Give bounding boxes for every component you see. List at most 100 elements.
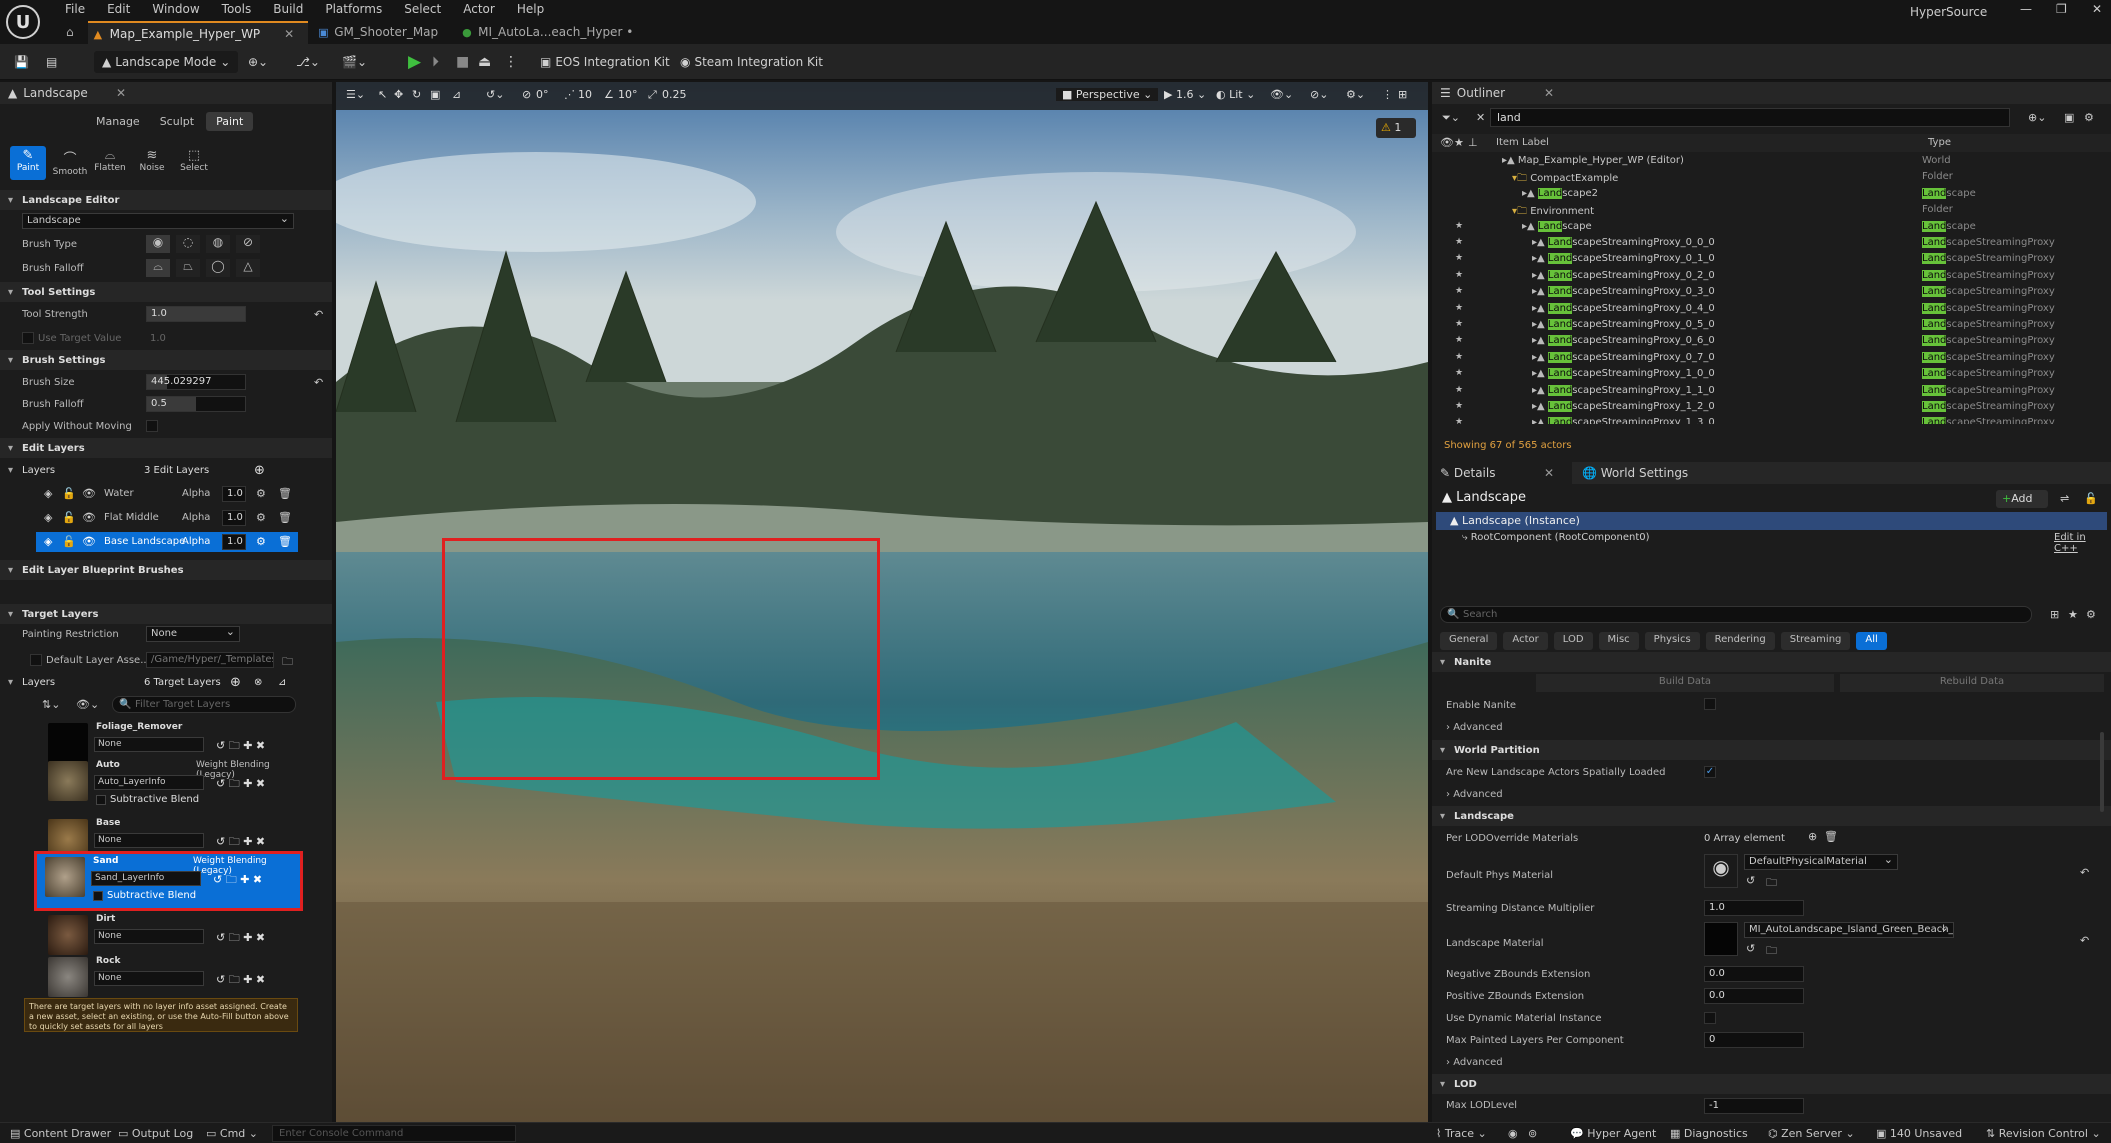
outliner-row[interactable]: ★ ▸▲ LandscapeStreamingProxy_0_0_0 Landsca… bbox=[1432, 236, 2111, 252]
filter-tab-general[interactable]: General bbox=[1440, 632, 1498, 650]
filter-tab-all[interactable]: All bbox=[1856, 632, 1887, 650]
spatially-loaded-checkbox[interactable]: ✓ bbox=[1704, 766, 1716, 778]
scale-icon[interactable]: ▣ bbox=[430, 88, 440, 101]
home-tab[interactable]: ⌂ bbox=[58, 21, 82, 44]
favorite-star-icon[interactable]: ★ bbox=[1455, 352, 1463, 362]
layer-actions[interactable]: ↺ 🗀 ✚ ✖ bbox=[216, 929, 265, 948]
close-panel-icon[interactable]: ✕ bbox=[116, 86, 126, 100]
blueprints-icon[interactable]: ⎇⌄ bbox=[296, 51, 320, 73]
unsaved-button[interactable]: ▣ 140 Unsaved bbox=[1876, 1127, 1962, 1140]
cmd-button[interactable]: ▭ Cmd ⌄ bbox=[206, 1127, 258, 1140]
layer-info-select[interactable]: Sand_LayerInfo bbox=[91, 871, 201, 886]
section-brush-settings[interactable]: Brush Settings bbox=[0, 350, 332, 370]
painting-restriction-select[interactable]: None bbox=[146, 625, 240, 642]
content-icon[interactable]: ▤ bbox=[46, 51, 57, 73]
console-command-input[interactable]: Enter Console Command bbox=[272, 1125, 516, 1142]
tool-smooth[interactable]: ⌒ Smooth bbox=[52, 148, 88, 177]
close-panel-icon[interactable]: ✕ bbox=[1544, 466, 1554, 480]
layer-info-select[interactable]: None bbox=[94, 971, 204, 986]
favorite-star-icon[interactable]: ★ bbox=[1455, 385, 1463, 395]
gear-icon[interactable]: ⚙ bbox=[256, 487, 266, 500]
close-window-icon[interactable]: ✕ bbox=[2092, 2, 2102, 16]
warning-badge[interactable]: ⚠ 1 bbox=[1376, 118, 1416, 138]
outliner-row[interactable]: ★ ▸▲ LandscapeStreamingProxy_0_7_0 Landsca… bbox=[1432, 351, 2111, 367]
auto-fill-icon[interactable]: ⊗ bbox=[254, 677, 262, 688]
tool-paint[interactable]: ✎ Paint bbox=[10, 146, 46, 180]
outliner-row[interactable]: ★ ▸▲ LandscapeStreamingProxy_0_6_0 Landsca… bbox=[1432, 334, 2111, 350]
layer-actions[interactable]: ↺ 🗀 ✚ ✖ bbox=[213, 871, 262, 890]
visibility-filter-icon[interactable]: 👁⌄ bbox=[76, 698, 99, 711]
save-icon[interactable]: 💾 bbox=[14, 51, 29, 73]
component-instance-row[interactable]: ▲ Landscape (Instance) bbox=[1436, 512, 2107, 530]
clear-search-icon[interactable]: ✕ bbox=[1476, 111, 1485, 124]
viewport-menu-icon[interactable]: ☰⌄ bbox=[346, 88, 365, 101]
menu-help[interactable]: Help bbox=[506, 0, 555, 18]
blueprint-icon[interactable]: ⇌ bbox=[2060, 492, 2069, 505]
perspective-button[interactable]: ■ Perspective ⌄ bbox=[1056, 88, 1159, 101]
level-viewport[interactable] bbox=[336, 82, 1428, 1122]
filter-tab-streaming[interactable]: Streaming bbox=[1780, 632, 1851, 650]
lit-button[interactable]: ◐ Lit ⌄ bbox=[1216, 88, 1255, 101]
favorite-star-icon[interactable]: ★ bbox=[1455, 368, 1463, 378]
revision-control-button[interactable]: ⇅ Revision Control ⌄ bbox=[1986, 1127, 2101, 1140]
section-nanite[interactable]: Nanite bbox=[1432, 652, 2111, 672]
edit-layer-row[interactable]: ◈ 🔓 👁 Flat Middle Alpha 1.0 ⚙ 🗑 bbox=[36, 508, 298, 528]
add-component-button[interactable]: +Add bbox=[1996, 490, 2048, 508]
favorite-star-icon[interactable]: ★ bbox=[1455, 401, 1463, 411]
favorite-star-icon[interactable]: ★ bbox=[1455, 253, 1463, 263]
filter-icon[interactable]: ⏷⌄ bbox=[1442, 111, 1460, 125]
section-target-layers[interactable]: Target Layers bbox=[0, 604, 332, 624]
outliner-row[interactable]: ▾🗀 CompactExample Folder bbox=[1432, 170, 2111, 186]
outliner-row[interactable]: ★ ▸▲ LandscapeStreamingProxy_1_1_0 Landsca… bbox=[1432, 384, 2111, 400]
favorite-star-icon[interactable]: ★ bbox=[1455, 286, 1463, 296]
menu-window[interactable]: Window bbox=[141, 0, 210, 18]
menu-tools[interactable]: Tools bbox=[211, 0, 263, 18]
target-layers-header[interactable]: Layers6 Target Layers⊕⊗⊿ bbox=[0, 672, 332, 692]
section-blueprint-brushes[interactable]: Edit Layer Blueprint Brushes bbox=[0, 560, 332, 580]
menu-file[interactable]: File bbox=[54, 0, 96, 18]
section-tool-settings[interactable]: Tool Settings bbox=[0, 282, 332, 302]
diagnostics-button[interactable]: ▦ Diagnostics bbox=[1670, 1127, 1748, 1140]
tab-paint[interactable]: Paint bbox=[206, 112, 254, 131]
output-log-button[interactable]: ▭ Output Log bbox=[118, 1127, 193, 1140]
tab-material-instance[interactable]: ● MI_AutoLa...each_Hyper • bbox=[456, 21, 647, 44]
brush-circle-icon[interactable]: ◉ bbox=[146, 235, 170, 253]
edit-in-cpp-link[interactable]: Edit in C++ bbox=[2054, 532, 2111, 554]
default-layer-field[interactable]: /Game/Hyper/_Templates/H bbox=[146, 652, 274, 668]
add-actor-icon[interactable]: ⊕⌄ bbox=[248, 51, 268, 73]
browse-icon[interactable]: ↺ bbox=[1746, 874, 1755, 887]
lock-icon[interactable]: 🔓 bbox=[2084, 492, 2098, 505]
rotation-snap-value[interactable]: 10 bbox=[578, 88, 592, 101]
camera-capture-icon[interactable]: ⊚ bbox=[1528, 1127, 1537, 1140]
section-world-partition[interactable]: World Partition bbox=[1432, 740, 2111, 760]
layers-header[interactable]: Layers3 Edit Layers⊕ bbox=[0, 460, 332, 480]
root-component-row[interactable]: ⤷ RootComponent (RootComponent0) bbox=[1462, 532, 1650, 543]
section-landscape-editor[interactable]: Landscape Editor bbox=[0, 190, 332, 210]
falloff-linear-icon[interactable]: ⏢ bbox=[176, 259, 200, 277]
dynamic-material-checkbox[interactable] bbox=[1704, 1012, 1716, 1024]
trash-icon[interactable]: 🗑 bbox=[278, 487, 292, 500]
tab-close-icon[interactable]: ✕ bbox=[284, 27, 294, 41]
advanced-expander[interactable]: › Advanced bbox=[1446, 722, 1503, 733]
favorites-icon[interactable]: ★ bbox=[2068, 608, 2078, 621]
filter-tab-rendering[interactable]: Rendering bbox=[1705, 632, 1775, 650]
build-data-button[interactable]: Build Data bbox=[1536, 674, 1834, 692]
lock-icon[interactable]: 🔓 bbox=[62, 535, 76, 548]
visibility-icon[interactable]: 👁 bbox=[82, 511, 96, 524]
outliner-row[interactable]: ★ ▸▲ LandscapeStreamingProxy_0_5_0 Landsca… bbox=[1432, 318, 2111, 334]
lock-icon[interactable]: 🔓 bbox=[62, 487, 76, 500]
gear-icon[interactable]: ⚙ bbox=[256, 511, 266, 524]
steam-button[interactable]: ◉ Steam Integration Kit bbox=[680, 51, 823, 73]
filter-tab-physics[interactable]: Physics bbox=[1644, 632, 1700, 650]
reset-icon[interactable]: ↶ bbox=[2080, 866, 2089, 879]
alpha-field[interactable]: 1.0 bbox=[222, 486, 246, 502]
outliner-row[interactable]: ★ ▸▲ LandscapeStreamingProxy_1_2_0 Landsca… bbox=[1432, 400, 2111, 416]
add-target-layer-icon[interactable]: ⊕ bbox=[230, 675, 241, 690]
neg-zbounds-field[interactable]: 0.0 bbox=[1704, 966, 1804, 982]
delete-layer-icon[interactable]: ⊿ bbox=[278, 677, 286, 688]
outliner-search-input[interactable]: land bbox=[1490, 108, 2010, 127]
menu-actor[interactable]: Actor bbox=[452, 0, 506, 18]
brush-falloff-slider[interactable]: 0.5 bbox=[146, 396, 246, 412]
favorite-star-icon[interactable]: ★ bbox=[1455, 237, 1463, 247]
maximize-icon[interactable]: ❐ bbox=[2056, 2, 2067, 16]
